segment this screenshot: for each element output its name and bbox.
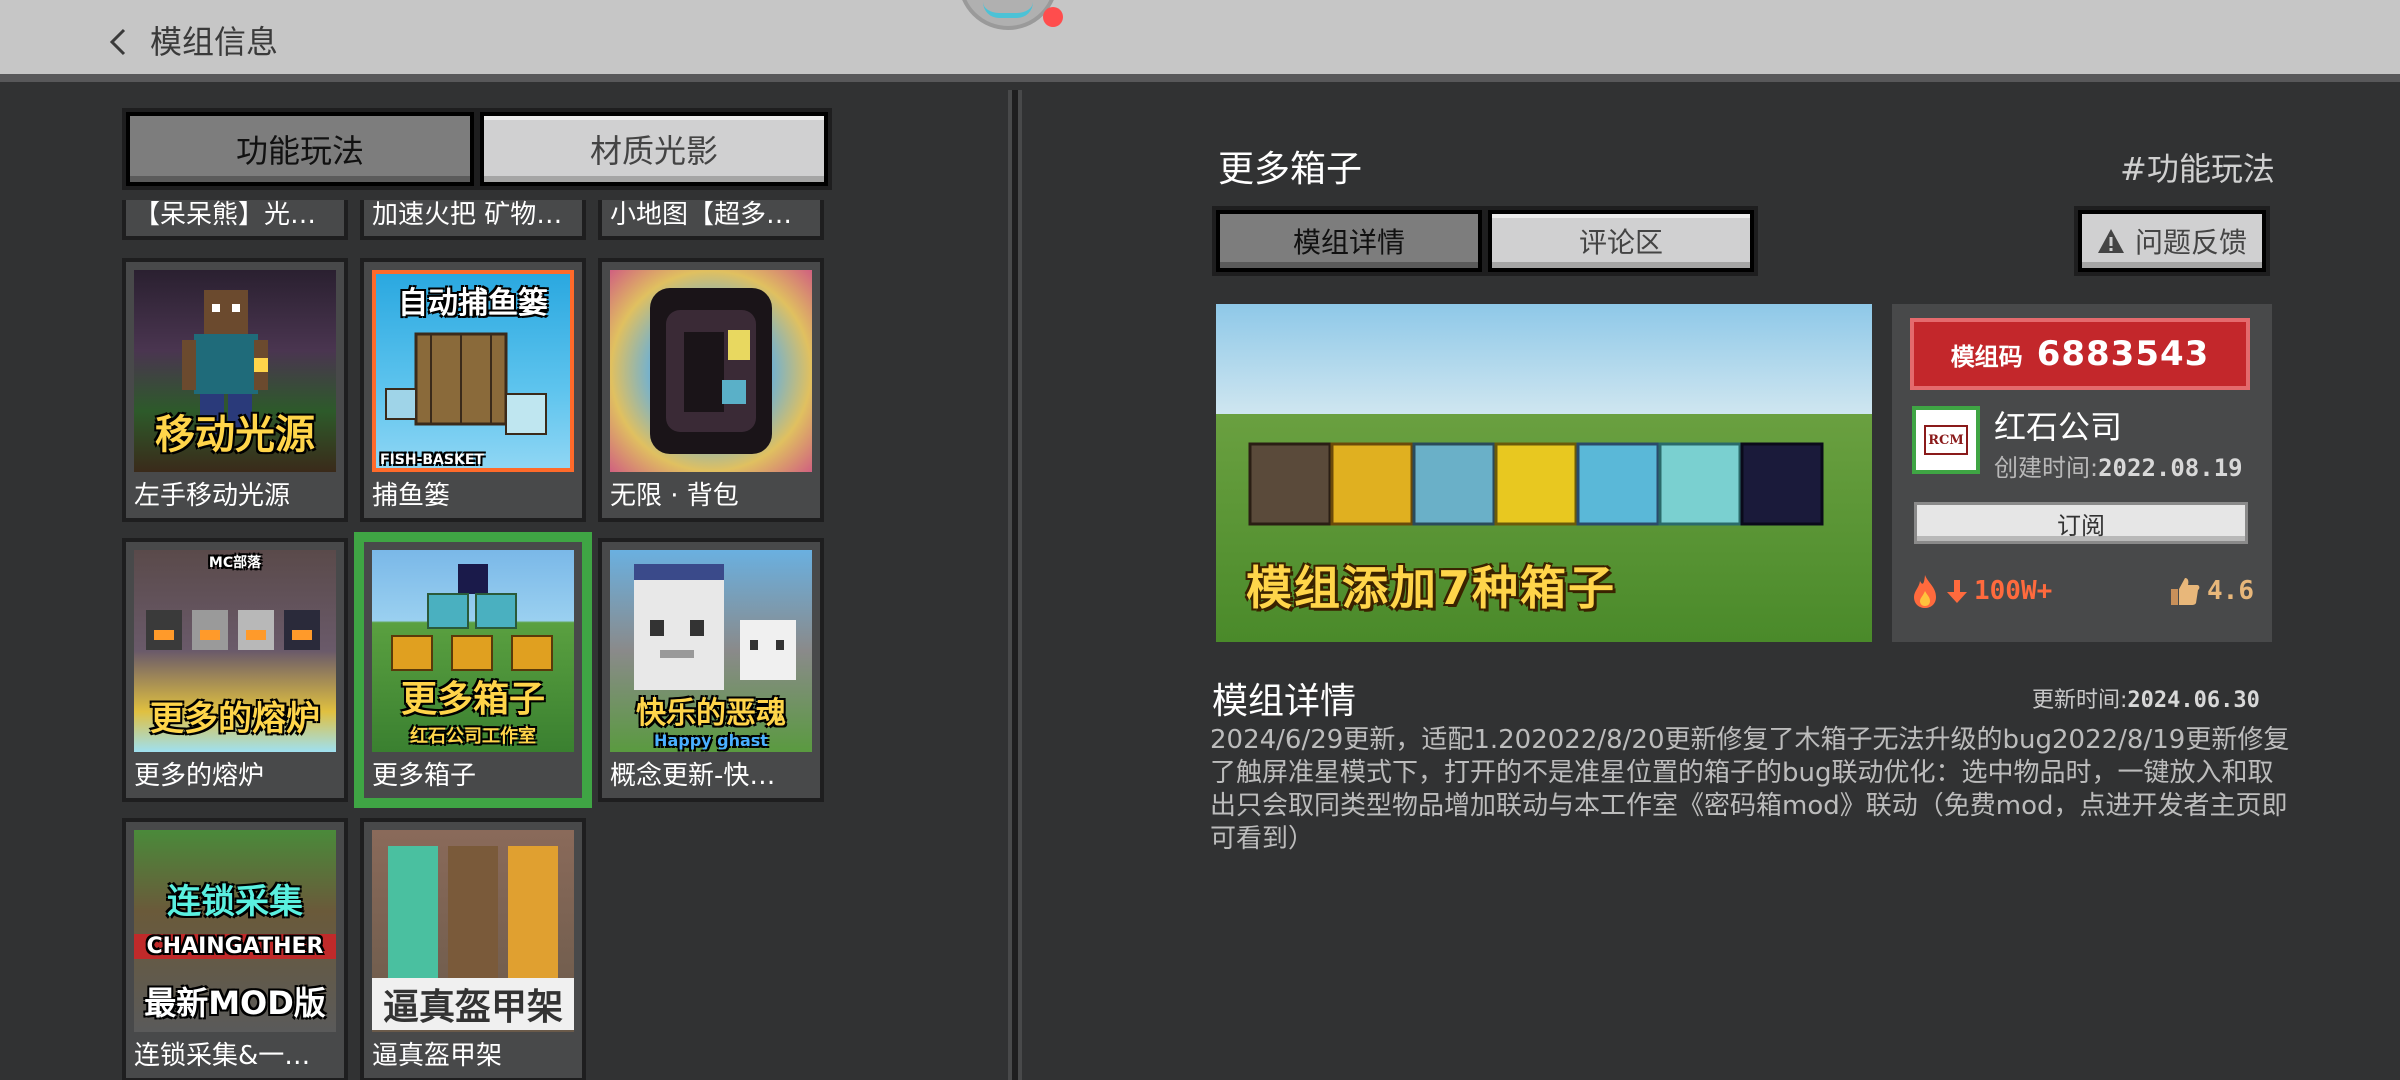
mod-list-pane: 功能玩法 材质光影 【呆呆熊】光… 加速火把 矿物… 小地图【超多… 移动光源 [0,90,1008,1080]
mod-thumbnail: 逼真盔甲架 [372,830,574,1032]
created-label: 创建时间: [1994,454,2099,482]
mod-thumbnail: 快乐的恶魂 Happy ghast [610,550,812,752]
mod-card-label: 更多的熔炉 [134,761,265,791]
mod-card-label: 连锁采集&一… [134,1041,311,1071]
mod-card[interactable]: MC部落 更多的熔炉 更多的熔炉 [122,538,348,802]
thumbnail-subtitle: FISH-BASKET [380,452,484,468]
mod-preview-image[interactable]: 模组添加7种箱子 [1216,304,1872,642]
mod-thumbnail: 连锁采集 CHAINGATHER 最新MOD版 [134,830,336,1032]
top-bar: 模组信息 [0,0,2400,82]
thumbnail-title: 快乐的恶魂 [636,696,786,731]
thumbnail-subtitle: 红石公司工作室 [410,726,536,747]
mod-card-label: 概念更新-快… [610,761,776,791]
back-arrow-icon[interactable] [100,22,136,62]
feedback-button[interactable]: 问题反馈 [2074,206,2270,276]
mod-card[interactable]: 移动光源 左手移动光源 [122,258,348,522]
mod-description: 2024/6/29更新，适配1.202022/8/20更新修复了木箱子无法升级的… [1210,725,2290,854]
tab-comments[interactable]: 评论区 [1488,210,1754,272]
category-tabs: 功能玩法 材质光影 [122,108,832,190]
mod-thumbnail: 移动光源 [134,270,336,472]
section-title-details: 模组详情 [1212,681,1357,722]
download-count-value: 100W+ [1974,576,2053,606]
mod-stats: 100W+ 4.6 [1910,566,2254,616]
fire-icon [1914,575,1936,608]
mod-card[interactable]: 逼真盔甲架 逼真盔甲架 [360,818,586,1080]
thumbnail-subtitle: CHAINGATHER [134,934,336,959]
update-value: 2024.06.30 [2127,688,2260,713]
mod-card-selected[interactable]: 更多箱子 红石公司工作室 更多箱子 [354,532,592,808]
thumbnail-title-secondary: 最新MOD版 [144,984,326,1022]
mod-card[interactable]: 连锁采集 CHAINGATHER 最新MOD版 连锁采集&一… [122,818,348,1080]
mod-card-label[interactable]: 小地图【超多… [598,200,824,240]
mod-card-label: 更多箱子 [372,761,477,791]
thumbnail-title: 更多的熔炉 [150,699,320,739]
tab-mod-details[interactable]: 模组详情 [1216,210,1482,272]
page-title: 模组信息 [150,23,279,61]
mod-card[interactable]: 自动捕鱼篓 FISH-BASKET 捕鱼篓 [360,258,586,522]
mod-grid: 移动光源 左手移动光源 自动捕鱼篓 FISH-BASKET 捕鱼篓 无限 · 背… [122,258,842,1080]
mod-thumbnail: 更多箱子 红石公司工作室 [372,550,574,752]
mod-thumbnail: 自动捕鱼篓 FISH-BASKET [372,270,574,472]
mod-card-label: 左手移动光源 [134,481,291,511]
arrow-down-icon [1947,580,1967,603]
feedback-button-face: 问题反馈 [2078,210,2266,272]
download-count: 100W+ [1910,573,2052,609]
rating-value: 4.6 [2207,576,2254,606]
mod-code-label: 模组码 [1950,342,2023,371]
thumbnail-title: 移动光源 [155,412,315,458]
thumbnail-title: 逼真盔甲架 [372,978,574,1030]
feedback-label: 问题反馈 [2134,226,2247,259]
created-time: 创建时间:2022.08.19 [1994,448,2243,483]
mod-card-label: 逼真盔甲架 [372,1041,503,1071]
author-avatar[interactable]: RCM [1912,406,1980,474]
rating: 4.6 [2169,575,2254,607]
subscribe-button[interactable]: 订阅 [1914,502,2248,544]
mod-thumbnail [610,270,812,472]
mod-card-label: 捕鱼篓 [372,481,451,511]
mod-card-label: 无限 · 背包 [610,481,739,511]
update-time: 更新时间:2024.06.30 [2032,682,2260,714]
mod-card[interactable]: 无限 · 背包 [598,258,824,522]
mod-code-badge[interactable]: 模组码 6883543 [1910,318,2250,390]
tab-textures[interactable]: 材质光影 [480,112,828,186]
mod-code-value: 6883543 [2036,334,2210,374]
notification-dot [1043,7,1063,27]
thumbs-up-icon [2171,578,2200,605]
warning-icon [2097,229,2124,253]
tab-gameplay[interactable]: 功能玩法 [126,112,474,186]
mod-card-label[interactable]: 【呆呆熊】光… [122,200,348,240]
mod-category-tag: #功能玩法 [2120,150,2275,188]
update-label: 更新时间: [2032,688,2128,713]
created-value: 2022.08.19 [2098,454,2243,482]
detail-tabs: 模组详情 评论区 [1212,206,1758,276]
pane-divider[interactable] [1008,90,1022,1080]
mod-title: 更多箱子 [1218,149,1363,190]
author-name[interactable]: 红石公司 [1994,402,2122,448]
mod-thumbnail: MC部落 更多的熔炉 [134,550,336,752]
thumbnail-subtitle: Happy ghast [654,731,768,750]
mod-info-panel: 模组码 6883543 RCM 红石公司 创建时间:2022.08.19 订阅 … [1892,304,2272,642]
partial-card-row: 【呆呆熊】光… 加速火把 矿物… 小地图【超多… [122,200,832,240]
author-logo-text: RCM [1924,425,1968,455]
mod-card-label[interactable]: 加速火把 矿物… [360,200,586,240]
thumbnail-title: 连锁采集 [167,882,303,922]
mod-card[interactable]: 快乐的恶魂 Happy ghast 概念更新-快… [598,538,824,802]
thumbnail-title: 更多箱子 [400,679,545,720]
preview-caption: 模组添加7种箱子 [1246,561,1617,615]
